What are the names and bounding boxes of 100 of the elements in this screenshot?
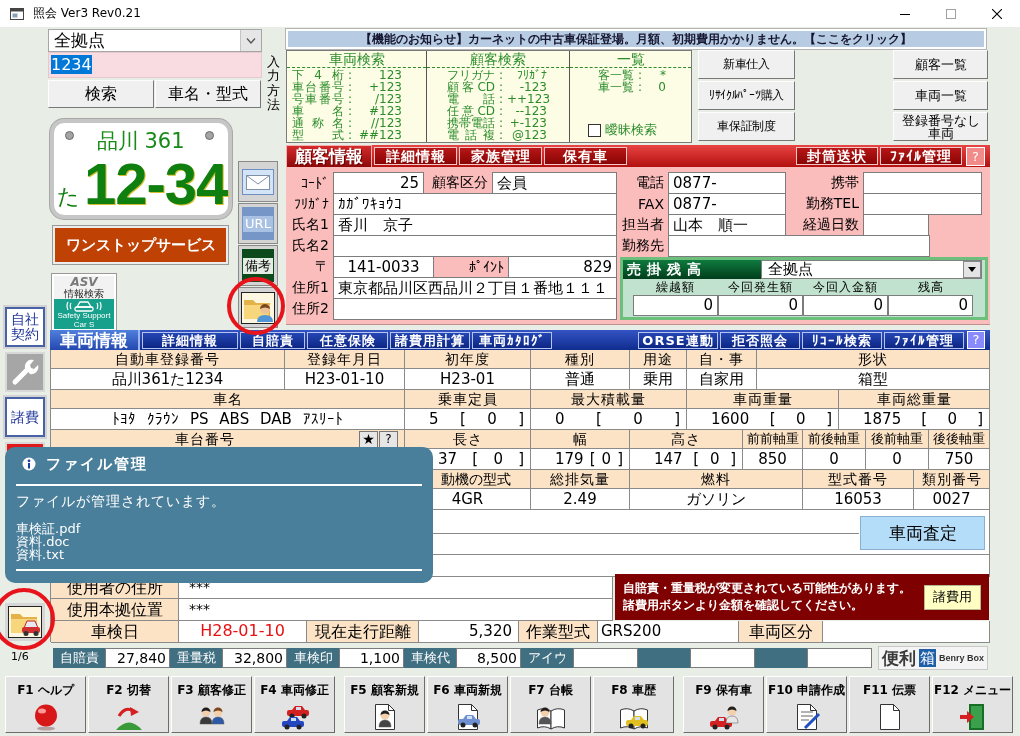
contract-button[interactable]: 自社契約 (5, 307, 45, 347)
asv-badge[interactable]: ASV 情報検索 Safety Support Car S (52, 274, 116, 332)
fee-field[interactable]: 27,840 (105, 648, 170, 668)
function-key-button[interactable]: F3 顧客修正 (171, 676, 252, 733)
input-field[interactable]: 25 (333, 172, 424, 194)
fee-field[interactable] (690, 648, 755, 668)
one-stop-service-button[interactable]: ワンストップサービス (53, 226, 228, 265)
input-method-label: 入力方法 (267, 55, 280, 113)
input-field[interactable]: 山本 順一 (668, 214, 786, 236)
function-key-button[interactable]: F12 メニュー (932, 676, 1013, 733)
fees-button[interactable]: 諸費用 (924, 584, 981, 610)
input-field[interactable]: 0877- (668, 172, 786, 194)
field-label: 氏名2 (291, 236, 330, 255)
fee-field[interactable] (807, 648, 872, 668)
action-button[interactable]: 登録番号なし車両 (893, 112, 988, 141)
field-value: 品川361た1234 (51, 369, 285, 390)
input-field[interactable] (863, 172, 982, 194)
field-value: ﾄﾖﾀ ｸﾗｳﾝ PS ABS DAB ｱｽﾘｰﾄ (51, 409, 405, 430)
function-key-button[interactable]: F9 保有車 (683, 676, 764, 733)
toolbar-button[interactable]: ﾌｧｲﾙ管理 (880, 147, 962, 165)
function-key-button[interactable]: F7 台帳 (510, 676, 591, 733)
function-key-button[interactable]: F6 車両新規 (427, 676, 508, 733)
section-title: 顧客情報 (286, 145, 372, 167)
function-key-button[interactable]: F10 申請作成 (766, 676, 847, 733)
function-key-button[interactable]: F5 顧客新規 (344, 676, 425, 733)
input-field[interactable]: ｶｶﾞﾜｷｮｳｺ (333, 193, 617, 215)
tab[interactable]: 家族管理 (459, 147, 542, 165)
tools-button[interactable] (5, 352, 45, 392)
model-search-button[interactable]: 車名・型式 (155, 80, 261, 108)
location-dropdown[interactable]: 全拠点 (761, 260, 982, 279)
toolbar-button[interactable]: 拒否照会 (720, 332, 800, 349)
appraisal-button[interactable]: 車両査定 (860, 516, 985, 550)
input-field[interactable] (333, 235, 617, 257)
search-key-example: * (659, 69, 666, 81)
star-button[interactable]: ★ (359, 430, 378, 448)
action-button[interactable]: ﾘｻｲｸﾙﾊﾟｰﾂ購入 (698, 81, 795, 110)
field-label: 自動車登録番号 (51, 350, 285, 369)
separator: : (497, 93, 504, 105)
function-key-button[interactable]: F11 伝票 (849, 676, 930, 733)
fee-field[interactable]: 1,100 (339, 648, 404, 668)
function-key-button[interactable]: F4 車両修正 (254, 676, 335, 733)
field-label: 幅 (531, 430, 630, 449)
function-key-button[interactable]: F8 車歴 (593, 676, 674, 733)
search-field[interactable]: 1234 (48, 52, 262, 78)
search-key-example: +123 (368, 81, 402, 93)
help-button[interactable]: ? (379, 430, 398, 448)
separator: : (497, 105, 504, 117)
notes-button[interactable]: 備考 (238, 245, 278, 287)
screw-icon (205, 131, 214, 141)
window-icon (9, 6, 25, 21)
tab[interactable]: 諸費用計算 (390, 332, 470, 349)
fee-field[interactable] (573, 648, 638, 668)
input-field[interactable]: 141-0033 (333, 256, 434, 278)
mail-button[interactable] (238, 161, 278, 203)
file-button[interactable] (238, 287, 278, 329)
toolbar-button[interactable]: ﾌｧｲﾙ管理 (884, 332, 964, 349)
asv-title: ASV (70, 276, 98, 289)
checkbox[interactable] (588, 123, 601, 137)
input-field[interactable] (668, 235, 930, 257)
toolbar-button[interactable]: ﾘｺｰﾙ検索 (802, 332, 882, 349)
action-button[interactable]: 車保証制度 (698, 112, 795, 141)
separator: : (346, 129, 353, 141)
input-field[interactable] (863, 214, 929, 236)
fee-field[interactable]: 8,500 (456, 648, 521, 668)
action-button[interactable]: 顧客一覧 (893, 50, 988, 79)
function-key-button[interactable]: F1 ヘルプ (5, 676, 86, 733)
search-button[interactable]: 検索 (48, 80, 154, 108)
location-dropdown[interactable]: 全拠点 (48, 29, 262, 52)
notice-banner[interactable]: 【機能のお知らせ】カーネットの中古車保証登場。月額、初期費用かかりません。【ここをクリック】 (286, 29, 986, 49)
amount-field: 0 (633, 295, 718, 316)
file-name: 資料.txt (16, 548, 66, 561)
input-field[interactable] (333, 298, 617, 320)
separator: : (636, 81, 643, 93)
action-button[interactable]: 車両一覧 (893, 81, 988, 110)
tab[interactable]: 詳細情報 (374, 147, 457, 165)
logo-mark: 箱 (919, 649, 936, 667)
input-field[interactable]: 東京都品川区西品川２丁目１番地１１１ (333, 277, 617, 299)
action-button[interactable]: 新車仕入 (698, 50, 795, 79)
toolbar-button[interactable]: ORSE連動 (638, 332, 718, 349)
tab[interactable]: 保有車 (544, 147, 627, 165)
tab[interactable]: 任意保険 (307, 332, 388, 349)
input-field[interactable] (863, 193, 982, 215)
tab[interactable]: 詳細情報 (142, 332, 238, 349)
field-label: 形状 (757, 350, 990, 369)
fee-label: アイウ (521, 648, 573, 668)
fee-field[interactable]: 32,800 (222, 648, 287, 668)
input-field[interactable]: 0877- (668, 193, 786, 215)
tab[interactable]: 車両ｶﾀﾛｸﾞ (472, 332, 552, 349)
field-label: 燃料 (630, 470, 803, 489)
tab[interactable]: 自賠責 (240, 332, 305, 349)
function-key-button[interactable]: F2 切替 (88, 676, 169, 733)
field-label: 担当者 (621, 215, 665, 234)
fees-button[interactable]: 諸費 (5, 397, 45, 437)
search-key-label: フリガナ (447, 69, 495, 81)
input-field[interactable]: 香川 京子 (333, 214, 617, 236)
input-field[interactable]: 829 (508, 256, 617, 278)
file-button[interactable] (5, 603, 45, 641)
toolbar-button[interactable]: 封筒送状 (796, 147, 878, 165)
field-value: H23-01 (405, 369, 531, 390)
input-field[interactable]: 会員 (492, 172, 617, 194)
